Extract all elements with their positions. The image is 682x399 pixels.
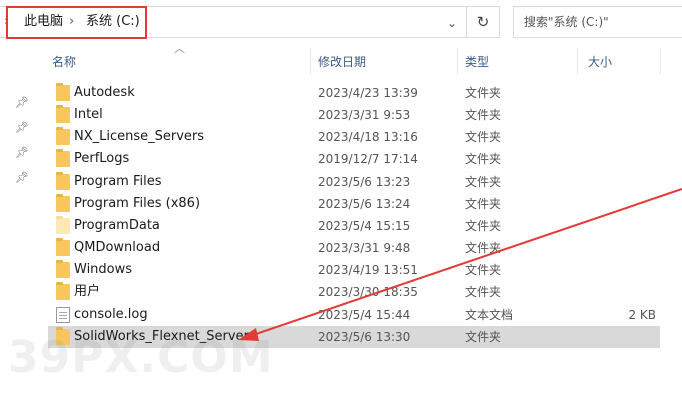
pin-icon[interactable]: 📌︎ [15, 171, 29, 185]
file-date: 2023/5/6 13:24 [318, 197, 411, 211]
file-name: PerfLogs [74, 151, 130, 166]
column-header-date[interactable]: 修改日期 [318, 48, 453, 78]
file-date: 2023/5/4 15:44 [318, 308, 411, 322]
file-type: 文件夹 [465, 219, 502, 233]
annotation-highlight-box [6, 6, 147, 39]
refresh-icon[interactable]: ↻ [466, 6, 500, 38]
file-type: 文件夹 [465, 175, 502, 189]
folder-icon [56, 282, 70, 300]
file-name: ProgramData [74, 218, 160, 233]
folder-icon [56, 105, 70, 123]
file-row[interactable]: Program Files (x86) 2023/5/6 13:24 文件夹 [48, 193, 660, 215]
file-row[interactable]: Windows 2023/4/19 13:51 文件夹 [48, 259, 660, 281]
column-header-type[interactable]: 类型 [465, 48, 575, 78]
column-header-size[interactable]: 大小 [588, 48, 658, 78]
file-row[interactable]: NX_License_Servers 2023/4/18 13:16 文件夹 [48, 126, 660, 148]
file-row[interactable]: Intel 2023/3/31 9:53 文件夹 [48, 104, 660, 126]
file-size: 2 KB [628, 308, 656, 322]
file-row[interactable]: PerfLogs 2019/12/7 17:14 文件夹 [48, 148, 660, 170]
file-type: 文件夹 [465, 130, 502, 144]
file-date: 2023/5/6 13:23 [318, 175, 411, 189]
file-name: 用户 [74, 284, 101, 299]
file-name: Program Files (x86) [74, 196, 201, 211]
folder-icon [56, 260, 70, 278]
file-name: Autodesk [74, 85, 135, 100]
column-divider[interactable] [660, 48, 661, 74]
folder-icon [56, 172, 70, 190]
folder-icon [56, 127, 70, 145]
pin-icon[interactable]: 📌︎ [15, 146, 29, 160]
file-date: 2023/4/18 13:16 [318, 130, 418, 144]
file-row[interactable]: 用户 2023/3/30 18:35 文件夹 [48, 281, 660, 303]
chevron-down-icon[interactable]: ⌄ [442, 13, 462, 33]
folder-hidden-icon [56, 216, 70, 234]
file-date: 2023/4/19 13:51 [318, 263, 418, 277]
folder-icon [56, 238, 70, 256]
column-divider[interactable] [457, 48, 458, 74]
column-divider[interactable] [577, 48, 578, 74]
address-bar-row: › 此电脑 › 系统 (C:) ⌄ ↻ 搜索"系统 (C:)" [0, 0, 682, 44]
file-date: 2023/5/6 13:30 [318, 330, 411, 344]
search-input[interactable]: 搜索"系统 (C:)" [513, 6, 682, 38]
file-date: 2023/4/23 13:39 [318, 86, 418, 100]
file-type: 文本文档 [465, 308, 514, 322]
file-name: Windows [74, 262, 133, 277]
file-row[interactable]: Program Files 2023/5/6 13:23 文件夹 [48, 171, 660, 193]
pin-icon[interactable]: 📌︎ [15, 96, 29, 110]
file-name: Program Files [74, 174, 162, 189]
folder-icon [56, 194, 70, 212]
file-row[interactable]: console.log 2023/5/4 15:44 文本文档 2 KB [48, 304, 660, 326]
file-name: Intel [74, 107, 103, 122]
column-divider[interactable] [310, 48, 311, 74]
file-type: 文件夹 [465, 197, 502, 211]
file-row[interactable]: QMDownload 2023/3/31 9:48 文件夹 [48, 237, 660, 259]
file-date: 2019/12/7 17:14 [318, 152, 418, 166]
file-type: 文件夹 [465, 285, 502, 299]
file-date: 2023/3/31 9:48 [318, 241, 411, 255]
folder-icon [56, 149, 70, 167]
folder-icon [56, 83, 70, 101]
file-date: 2023/3/31 9:53 [318, 108, 411, 122]
file-date: 2023/5/4 15:15 [318, 219, 411, 233]
watermark: 39PX.COM [8, 332, 274, 383]
file-name: console.log [74, 307, 148, 322]
file-date: 2023/3/30 18:35 [318, 285, 418, 299]
file-type: 文件夹 [465, 241, 502, 255]
file-type: 文件夹 [465, 86, 502, 100]
pin-icon[interactable]: 📌︎ [15, 121, 29, 135]
file-type: 文件夹 [465, 152, 502, 166]
file-type: 文件夹 [465, 263, 502, 277]
column-header-name[interactable]: 名称 [52, 48, 307, 78]
file-type: 文件夹 [465, 108, 502, 122]
file-name: NX_License_Servers [74, 129, 205, 144]
file-row[interactable]: Autodesk 2023/4/23 13:39 文件夹 [48, 82, 660, 104]
file-type: 文件夹 [465, 330, 502, 344]
file-row[interactable]: ProgramData 2023/5/4 15:15 文件夹 [48, 215, 660, 237]
text-file-icon [56, 307, 70, 323]
file-name: QMDownload [74, 240, 161, 255]
search-placeholder: 搜索"系统 (C:)" [524, 15, 609, 29]
